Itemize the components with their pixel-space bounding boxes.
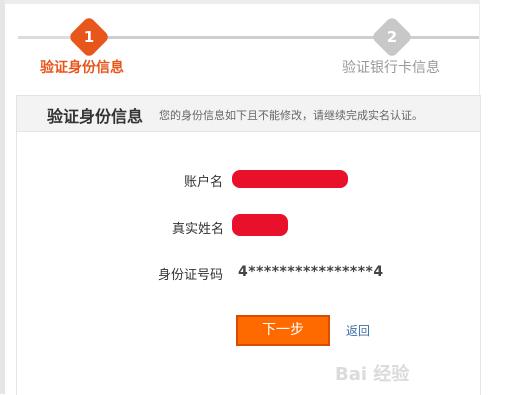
window-right-edge [479,0,505,394]
real-name-label: 真实姓名 [172,222,225,237]
step-line-middle [106,36,376,39]
step-1-number: 1 [83,28,95,46]
watermark: Bai 经验 [335,364,410,385]
window-top-edge [0,0,505,4]
step-1-label: 验证身份信息 [40,60,124,76]
panel-title: 验证身份信息 [47,107,144,126]
window-left-edge [0,0,5,394]
id-number-value: 4****************4 [238,264,384,280]
step-line-right [408,36,479,39]
panel-subtitle: 您的身份信息如下且不能修改，请继续完成实名认证。 [159,109,423,122]
back-link[interactable]: 返回 [346,322,370,339]
step-2-label: 验证银行卡信息 [342,60,440,76]
next-step-button[interactable]: 下一步 [236,315,330,346]
account-name-label: 账户名 [184,175,224,190]
real-name-redacted [232,214,288,236]
step-line-left [18,36,70,39]
account-name-redacted [232,170,348,188]
step-2-number: 2 [386,28,398,46]
panel-header: 验证身份信息 您的身份信息如下且不能修改，请继续完成实名认证。 [17,96,480,132]
identity-panel: 验证身份信息 您的身份信息如下且不能修改，请继续完成实名认证。 [16,95,481,395]
id-number-label: 身份证号码 [158,268,224,283]
